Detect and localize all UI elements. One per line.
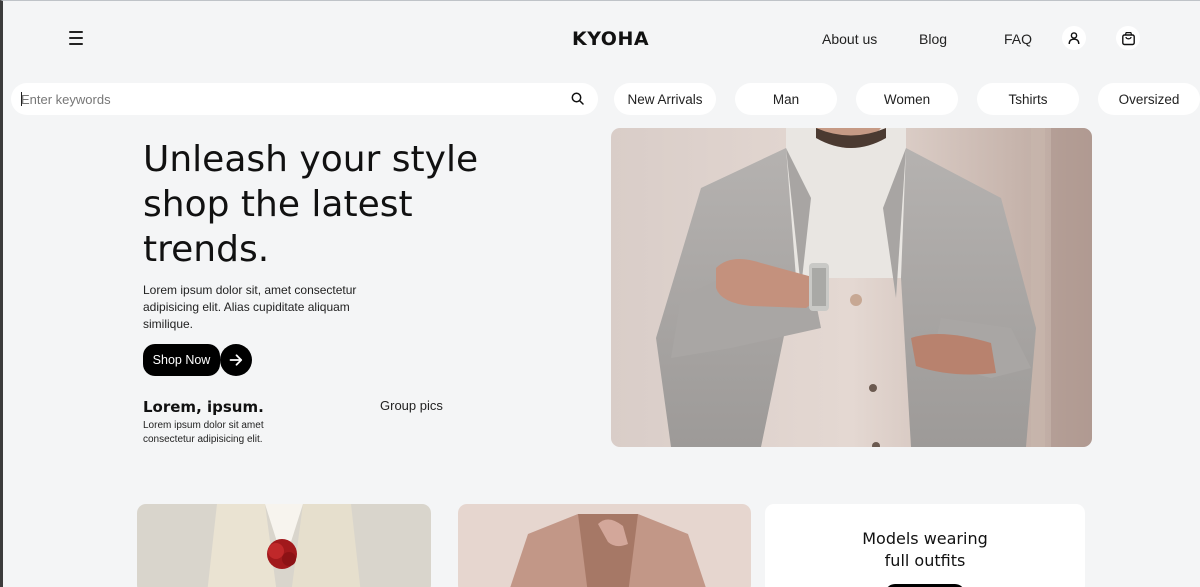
page: KYOHA About us Blog FAQ New Arrivals Man… xyxy=(0,0,1200,587)
category-man[interactable]: Man xyxy=(735,83,837,115)
nav-link-faq[interactable]: FAQ xyxy=(1004,31,1032,47)
nav-link-blog[interactable]: Blog xyxy=(919,31,947,47)
category-oversized[interactable]: Oversized xyxy=(1098,83,1200,115)
category-new-arrivals[interactable]: New Arrivals xyxy=(614,83,716,115)
category-women[interactable]: Women xyxy=(856,83,958,115)
models-outfits-title-line: full outfits xyxy=(884,551,966,570)
hero-description: Lorem ipsum dolor sit, amet consectetur … xyxy=(143,283,357,331)
text-cursor xyxy=(21,92,22,106)
stat-description: Lorem ipsum dolor sit amet consectetur a… xyxy=(143,420,264,445)
search-bar xyxy=(11,83,598,115)
nav-link-about-us[interactable]: About us xyxy=(822,31,877,47)
brand-logo[interactable]: KYOHA xyxy=(572,28,649,50)
models-outfits-card[interactable]: Models wearing full outfits xyxy=(765,504,1085,587)
arrow-right-icon xyxy=(229,354,243,366)
models-outfits-title: Models wearing full outfits xyxy=(765,528,1085,572)
search-icon[interactable] xyxy=(571,92,584,105)
shop-now-button[interactable]: Shop Now xyxy=(143,344,220,376)
category-tshirts[interactable]: Tshirts xyxy=(977,83,1079,115)
product-card-image[interactable] xyxy=(458,504,751,587)
hero-headline-line: Unleash your style xyxy=(143,139,479,180)
models-outfits-title-line: Models wearing xyxy=(862,529,988,548)
menu-icon[interactable] xyxy=(67,29,85,47)
top-navigation: KYOHA About us Blog FAQ xyxy=(3,1,1200,79)
user-account-button[interactable] xyxy=(1062,26,1086,50)
shopping-bag-icon xyxy=(1121,31,1135,45)
group-pics-label: Group pics xyxy=(380,398,443,413)
stat-title: Lorem, ipsum. xyxy=(143,398,264,416)
hero-headline-line: shop the latest xyxy=(143,184,413,225)
hero-image xyxy=(611,128,1092,447)
search-input[interactable] xyxy=(21,83,551,115)
cart-button[interactable] xyxy=(1116,26,1140,50)
product-card-image[interactable] xyxy=(137,504,431,587)
shop-now-arrow-button[interactable] xyxy=(220,344,252,376)
hero-headline-line: trends. xyxy=(143,229,270,270)
user-icon xyxy=(1068,32,1080,45)
hero-headline: Unleash your style shop the latest trend… xyxy=(143,137,503,272)
